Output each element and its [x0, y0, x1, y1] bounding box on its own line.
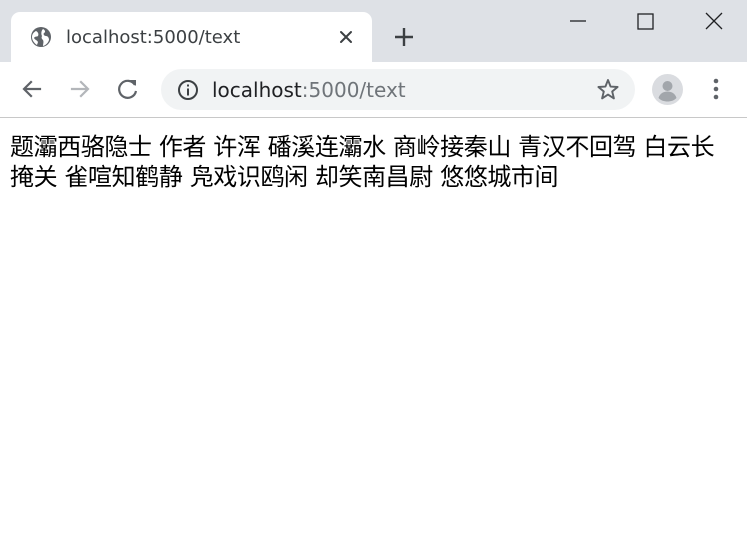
back-arrow-icon[interactable] — [19, 76, 45, 102]
close-tab-icon[interactable] — [337, 28, 355, 46]
url-host: localhost — [212, 78, 302, 102]
url-path: :5000/text — [301, 78, 406, 102]
browser-window: localhost:5000/text localhost:5000/text … — [0, 0, 747, 556]
maximize-icon[interactable] — [632, 9, 658, 35]
address-bar[interactable]: localhost:5000/text — [161, 69, 635, 110]
toolbar: localhost:5000/text — [0, 62, 747, 118]
tab-title: localhost:5000/text — [66, 27, 241, 48]
close-window-icon[interactable] — [701, 9, 727, 35]
bookmark-star-icon[interactable] — [595, 77, 621, 103]
kebab-menu-icon[interactable] — [703, 76, 729, 102]
reload-icon[interactable] — [115, 76, 141, 102]
forward-arrow-icon[interactable] — [67, 76, 93, 102]
new-tab-icon[interactable] — [392, 25, 416, 49]
page-content: 题灞西骆隐士 作者 许浑 磻溪连灞水 商岭接秦山 青汉不回驾 白云长掩关 雀喧知… — [0, 118, 747, 556]
tab-active[interactable]: localhost:5000/text — [11, 12, 372, 62]
poem-text: 题灞西骆隐士 作者 许浑 磻溪连灞水 商岭接秦山 青汉不回驾 白云长掩关 雀喧知… — [10, 133, 715, 191]
minimize-icon[interactable] — [565, 9, 591, 35]
profile-avatar-icon[interactable] — [652, 74, 683, 105]
info-icon[interactable] — [176, 78, 200, 102]
globe-icon — [31, 27, 51, 47]
tab-strip: localhost:5000/text — [0, 0, 747, 62]
url-text[interactable]: localhost:5000/text — [212, 78, 406, 102]
